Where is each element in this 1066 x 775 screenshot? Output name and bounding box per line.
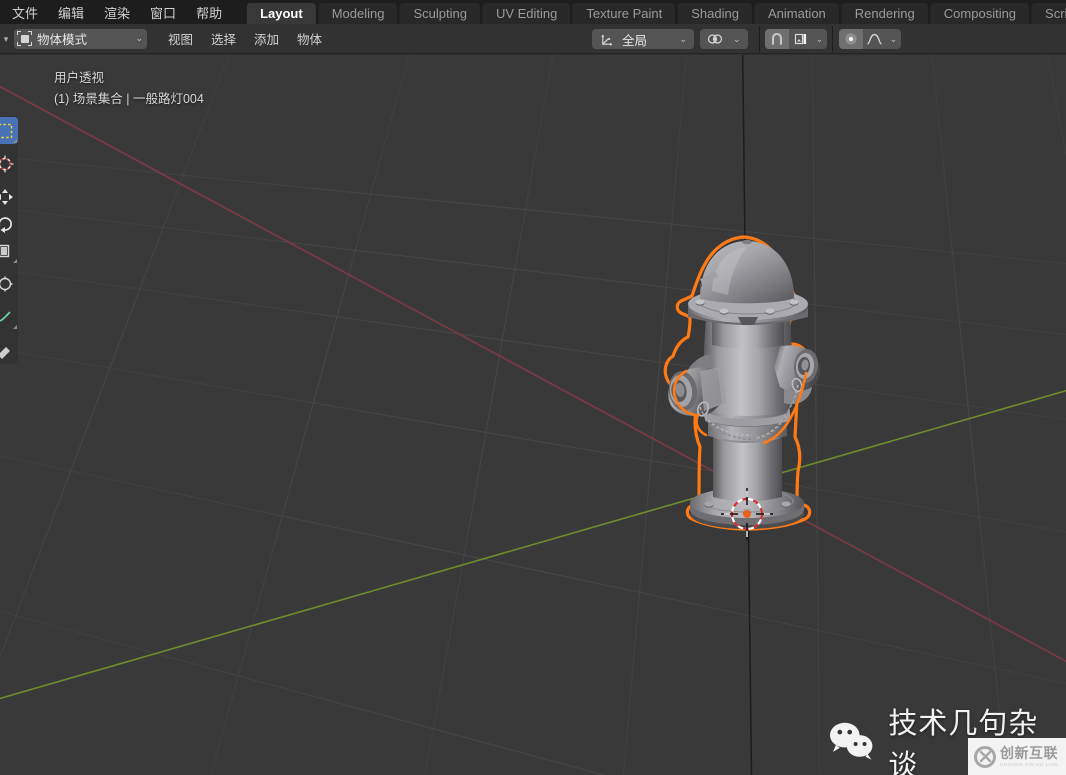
tool-rotate[interactable] <box>0 210 18 237</box>
menu-window[interactable]: 窗口 <box>140 0 186 24</box>
viewport-menu-view[interactable]: 视图 <box>159 28 202 50</box>
cx-logo-icon <box>974 745 996 768</box>
tab-uv-editing[interactable]: UV Editing <box>481 3 571 24</box>
hydrant-top-nut <box>742 239 752 245</box>
chevron-down-icon: ⌄ <box>679 33 687 44</box>
tab-modeling[interactable]: Modeling <box>317 3 398 24</box>
menu-file[interactable]: 文件 <box>2 0 48 24</box>
tool-annotate[interactable] <box>0 303 18 330</box>
tool-expand-triangle <box>13 325 17 329</box>
tool-expand-triangle <box>13 139 17 143</box>
pivot-point-icon <box>703 29 727 49</box>
fire-hydrant-model[interactable] <box>0 55 1066 775</box>
tab-texture-paint[interactable]: Texture Paint <box>572 3 676 24</box>
viewport-menu-select[interactable]: 选择 <box>202 28 245 50</box>
tool-scale[interactable] <box>0 237 18 264</box>
pivot-point-dropdown[interactable]: ⌄ <box>700 29 748 49</box>
header-separator <box>831 26 833 52</box>
brand-watermark: 创新互联 CHUANG XIN HU LIAN <box>968 738 1066 775</box>
tab-layout[interactable]: Layout <box>246 3 316 24</box>
interaction-mode-label: 物体模式 <box>37 33 88 47</box>
wechat-icon <box>829 722 873 760</box>
viewport-toolbar <box>0 116 18 364</box>
annotate-pencil-icon <box>0 310 11 322</box>
application-menus: 文件 编辑 渲染 窗口 帮助 <box>0 0 232 24</box>
menu-help[interactable]: 帮助 <box>186 0 232 24</box>
menu-edit[interactable]: 编辑 <box>48 0 94 24</box>
tab-animation[interactable]: Animation <box>753 3 839 24</box>
brand-watermark-subtext: CHUANG XIN HU LIAN <box>1000 761 1059 767</box>
tab-compositing[interactable]: Compositing <box>929 3 1030 24</box>
blender-window: 文件 编辑 渲染 窗口 帮助 Layout Modeling Sculpting… <box>0 0 1066 775</box>
transform-icon <box>0 276 13 291</box>
workspace-tabs: Layout Modeling Sculpting UV Editing Tex… <box>246 0 1066 24</box>
select-box-icon <box>0 123 13 138</box>
tab-scripting[interactable]: Scri <box>1031 3 1066 24</box>
3d-viewport[interactable]: 用户透视 (1) 场景集合 | 一般路灯004 <box>0 55 1066 775</box>
tab-sculpting[interactable]: Sculpting <box>399 3 480 24</box>
tab-rendering[interactable]: Rendering <box>840 3 928 24</box>
top-menu-bar: 文件 编辑 渲染 窗口 帮助 Layout Modeling Sculpting… <box>0 0 1066 24</box>
editor-type-icon[interactable]: ▾ <box>0 24 12 54</box>
chevron-down-icon: ⌄ <box>733 33 741 44</box>
header-separator <box>758 26 760 52</box>
transform-orientation-dropdown[interactable]: 全局 ⌄ <box>592 29 694 49</box>
snap-increment-icon[interactable] <box>789 29 813 49</box>
move-arrows-icon <box>0 188 13 205</box>
snapping-group: ⌄ <box>764 29 827 49</box>
tool-expand-triangle <box>13 259 17 263</box>
viewport-menu-object[interactable]: 物体 <box>288 28 331 50</box>
3d-cursor-icon <box>0 155 14 172</box>
object-mode-icon <box>17 31 32 46</box>
tab-shading[interactable]: Shading <box>677 3 752 24</box>
scale-icon <box>0 244 10 257</box>
proportional-editing-icon[interactable] <box>838 29 863 49</box>
viewport-menu-add[interactable]: 添加 <box>245 28 288 50</box>
rotate-icon <box>0 216 12 233</box>
tool-move[interactable] <box>0 183 18 210</box>
orientation-axes-icon <box>595 29 619 49</box>
proportional-editing-group: ⌄ <box>838 29 901 49</box>
hydrant-nozzle-right <box>774 345 820 392</box>
transform-orientation-label: 全局 <box>622 33 648 48</box>
tool-transform[interactable] <box>0 270 18 297</box>
measure-ruler-icon <box>0 346 10 359</box>
interaction-mode-dropdown[interactable]: 物体模式 ⌄ <box>14 28 147 49</box>
falloff-options-chevron-icon[interactable]: ⌄ <box>887 29 901 49</box>
viewport-header: ▾ 物体模式 ⌄ 视图 选择 添加 物体 全局 ⌄ ⌄ ⌄ ⌄ <box>0 24 1066 54</box>
menu-render[interactable]: 渲染 <box>94 0 140 24</box>
brand-watermark-text: 创新互联 <box>1000 744 1058 761</box>
tool-cursor[interactable] <box>0 150 18 177</box>
snap-magnet-icon[interactable] <box>764 29 789 49</box>
tool-measure[interactable] <box>0 336 18 363</box>
smooth-falloff-curve-icon[interactable] <box>863 29 887 49</box>
chevron-down-icon: ⌄ <box>135 33 143 43</box>
snap-options-chevron-icon[interactable]: ⌄ <box>813 29 827 49</box>
tool-tweak[interactable] <box>0 117 18 144</box>
